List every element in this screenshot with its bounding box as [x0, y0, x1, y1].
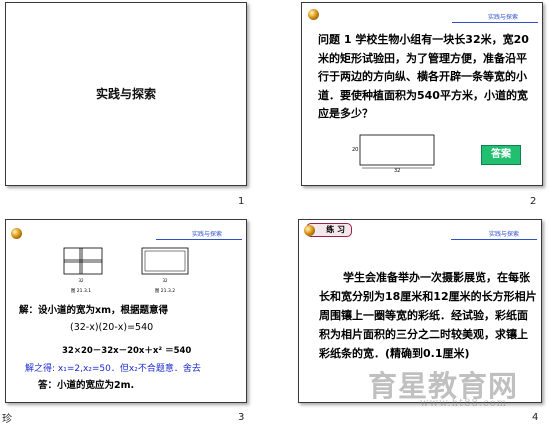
slide-2-header-tag: 实践与探索: [488, 14, 519, 21]
slide-3-fig-left-caption: 图 21.3.1: [71, 288, 91, 294]
bullet-ball-icon: [304, 225, 315, 236]
slide-1-title: 实践与探索: [95, 87, 156, 101]
slide-2-problem-text: 问题 1 学校生物小组有一块长32米，宽20米的矩形试验田，为了管理方便，准备沿…: [318, 33, 529, 120]
bullet-ball-icon: [308, 9, 319, 20]
slide-3-dim-left: 32: [78, 278, 84, 283]
slide-2-number: 2: [530, 196, 537, 207]
slide-4-header-tag: 实践与探索: [489, 231, 520, 238]
slide-2-header-line: [452, 22, 538, 23]
slide-3-equation-2: 32×20－32x－20x＋x² ＝540: [62, 346, 192, 356]
slide-3-solution-result: 解之得: x₁=2,x₂=50．但x₂不合题意．舍去: [25, 364, 201, 374]
slide-3-thumbnail[interactable]: 实践与探索 32 32 图 21.3.1 图 21.3.2 解：设小道的宽为xm…: [5, 219, 247, 403]
watermark-url: www.ht88.com: [420, 398, 508, 409]
answer-button[interactable]: 答案: [481, 145, 521, 165]
slide-4-problem-body: 学生会准备举办一次摄影展览，在每张长和宽分别为18厘米和12厘米的长方形相片周围…: [319, 271, 537, 360]
slide-3-header-tag: 实践与探索: [192, 231, 223, 238]
slide-2-thumbnail[interactable]: 实践与探索 问题 1 学校生物小组有一块长32米，宽20米的矩形试验田，为了管理…: [301, 2, 543, 186]
slide-2-width-label: 32: [394, 168, 400, 173]
bullet-ball-icon: [11, 228, 22, 239]
slide-4-header-line: [451, 239, 537, 240]
slide-3-equation-1: (32-x)(20-x)=540: [70, 322, 154, 333]
slide-4-problem-text: 学生会准备举办一次摄影展览，在每张长和宽分别为18厘米和12厘米的长方形相片周围…: [319, 268, 537, 363]
slide-3-solution-line-1: 解：设小道的宽为xm，根据题意得: [19, 305, 169, 316]
slide-1-thumbnail[interactable]: 实践与探索: [5, 2, 247, 186]
slide-3-side-char: 珍: [2, 414, 12, 425]
slide-1-number: 1: [238, 196, 245, 207]
slide-3-fig-right-caption: 图 21.3.2: [155, 288, 175, 294]
slide-4-number: 4: [532, 412, 539, 423]
slide-3-figures: 32 32 图 21.3.1 图 21.3.2: [63, 247, 189, 294]
slide-2-height-label: 20: [352, 147, 358, 153]
slide-3-number: 3: [238, 412, 245, 423]
slide-3-dim-right: 32: [162, 278, 168, 283]
slide-3-answer: 答：小道的宽应为2m.: [38, 380, 135, 391]
slide-2-rectangle-diagram: 20 32: [352, 134, 435, 173]
